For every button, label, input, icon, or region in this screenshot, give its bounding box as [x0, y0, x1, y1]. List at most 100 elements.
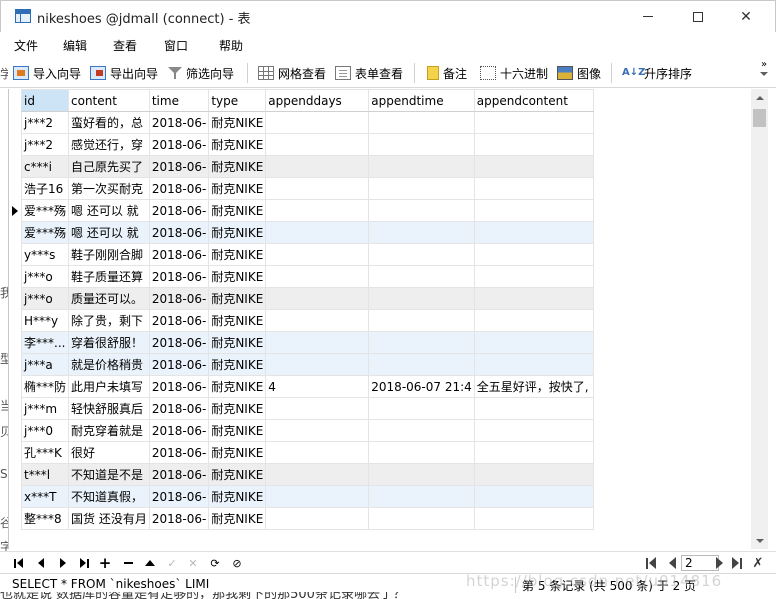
delete-record-button[interactable] [120, 555, 136, 571]
column-header-appenddays[interactable]: appenddays [265, 89, 370, 112]
menu-view[interactable]: 查看 [113, 37, 137, 54]
cell-type[interactable]: 耐克NIKE [208, 507, 267, 530]
cell-appenddays[interactable] [265, 507, 370, 530]
cell-time[interactable]: 2018-06- [148, 199, 210, 222]
cell-type[interactable]: 耐克NIKE [208, 111, 267, 134]
cell-appendtime[interactable] [368, 463, 475, 486]
cell-appendtime[interactable] [368, 331, 475, 354]
cell-appendcontent[interactable]: 全五星好评，按快了, [473, 375, 594, 398]
cell-type[interactable]: 耐克NIKE [208, 243, 267, 266]
cell-content[interactable]: 除了贵，剩下 [68, 309, 150, 332]
column-header-time[interactable]: time [148, 89, 210, 112]
last-record-button[interactable] [76, 555, 92, 571]
cell-type[interactable]: 耐克NIKE [208, 441, 267, 464]
cell-appenddays[interactable] [265, 441, 370, 464]
cell-id[interactable]: 李***... [20, 331, 70, 354]
cell-appenddays[interactable] [265, 133, 370, 156]
discard-changes-button[interactable]: ✕ [185, 555, 201, 571]
cell-time[interactable]: 2018-06- [148, 309, 210, 332]
cell-appenddays[interactable] [265, 265, 370, 288]
cell-appenddays[interactable] [265, 199, 370, 222]
cell-appendtime[interactable] [368, 287, 475, 310]
cell-content[interactable]: 很好 [68, 441, 150, 464]
cell-time[interactable]: 2018-06- [148, 177, 210, 200]
cell-time[interactable]: 2018-06- [148, 375, 210, 398]
toolbar-overflow-button[interactable]: » [760, 60, 768, 78]
scroll-down-button[interactable] [751, 532, 768, 549]
cell-time[interactable]: 2018-06- [148, 287, 210, 310]
cell-appenddays[interactable] [265, 485, 370, 508]
cell-appendcontent[interactable] [473, 397, 594, 420]
cell-content[interactable]: 蛮好看的，总 [68, 111, 150, 134]
first-record-button[interactable] [10, 555, 26, 571]
sort-ascending-button[interactable]: A↓Z 升序排序 [622, 64, 692, 82]
table-row[interactable]: 浩子16 第一次买耐克 2018-06- 耐克NIKE [20, 177, 594, 200]
table-row[interactable]: j***2 蛮好看的，总 2018-06- 耐克NIKE [20, 111, 594, 134]
refresh-button[interactable]: ⟳ [207, 555, 223, 571]
cell-id[interactable]: j***2 [20, 111, 70, 134]
table-row[interactable]: 李***... 穿着很舒服！ 2018-06- 耐克NIKE [20, 331, 594, 354]
cell-content[interactable]: 轻快舒服真后 [68, 397, 150, 420]
cell-appenddays[interactable] [265, 243, 370, 266]
cell-type[interactable]: 耐克NIKE [208, 353, 267, 376]
cell-appendcontent[interactable] [473, 309, 594, 332]
import-wizard-button[interactable]: 导入向导 [13, 64, 81, 82]
cell-time[interactable]: 2018-06- [148, 353, 210, 376]
cell-content[interactable]: 质量还可以。 [68, 287, 150, 310]
table-row[interactable]: x***T 不知道真假， 2018-06- 耐克NIKE [20, 485, 594, 508]
table-row[interactable]: 椭***防 此用户未填写 2018-06- 耐克NIKE 4 2018-06-07 21:… [20, 375, 594, 398]
first-page-button[interactable] [643, 555, 659, 571]
cell-id[interactable]: 孔***K [20, 441, 70, 464]
cell-appendtime[interactable]: 2018-06-07 21:4 [368, 375, 475, 398]
table-row[interactable]: t***l 不知道是不是 2018-06- 耐克NIKE [20, 463, 594, 486]
table-row[interactable]: 孔***K 很好 2018-06- 耐克NIKE [20, 441, 594, 464]
table-row[interactable]: y***s 鞋子刚刚合脚 2018-06- 耐克NIKE [20, 243, 594, 266]
cell-appenddays[interactable] [265, 353, 370, 376]
cell-id[interactable]: j***0 [20, 419, 70, 442]
stop-button[interactable]: ⊘ [229, 555, 245, 571]
cell-id[interactable]: H***y [20, 309, 70, 332]
cell-time[interactable]: 2018-06- [148, 221, 210, 244]
maximize-button[interactable] [675, 1, 721, 32]
cell-type[interactable]: 耐克NIKE [208, 485, 267, 508]
cell-time[interactable]: 2018-06- [148, 507, 210, 530]
cell-appenddays[interactable] [265, 111, 370, 134]
cell-type[interactable]: 耐克NIKE [208, 265, 267, 288]
page-settings-button[interactable]: ✗ [750, 555, 766, 571]
column-header-appendcontent[interactable]: appendcontent [473, 89, 594, 112]
cell-id[interactable]: x***T [20, 485, 70, 508]
grid-view-button[interactable]: 网格查看 [258, 64, 326, 82]
cell-time[interactable]: 2018-06- [148, 331, 210, 354]
cell-appendtime[interactable] [368, 221, 475, 244]
cell-id[interactable]: j***a [20, 353, 70, 376]
cell-appenddays[interactable] [265, 331, 370, 354]
cell-id[interactable]: c***i [20, 155, 70, 178]
cell-content[interactable]: 耐克穿着就是 [68, 419, 150, 442]
cell-appenddays[interactable] [265, 309, 370, 332]
cell-time[interactable]: 2018-06- [148, 397, 210, 420]
scroll-up-button[interactable] [751, 89, 768, 106]
scrollbar-thumb[interactable] [753, 109, 766, 127]
menu-help[interactable]: 帮助 [219, 37, 243, 54]
cell-appenddays[interactable]: 4 [265, 375, 370, 398]
cell-appendcontent[interactable] [473, 199, 594, 222]
cell-appendcontent[interactable] [473, 287, 594, 310]
cell-time[interactable]: 2018-06- [148, 133, 210, 156]
table-row[interactable]: 整***8 国货 还没有月 2018-06- 耐克NIKE [20, 507, 594, 530]
previous-page-button[interactable] [664, 555, 680, 571]
cell-id[interactable]: t***l [20, 463, 70, 486]
table-row[interactable]: j***0 耐克穿着就是 2018-06- 耐克NIKE [20, 419, 594, 442]
add-record-button[interactable]: + [97, 555, 113, 571]
cell-id[interactable]: 爱***殇 [20, 221, 70, 244]
cell-appenddays[interactable] [265, 397, 370, 420]
table-row[interactable]: j***o 鞋子质量还算 2018-06- 耐克NIKE [20, 265, 594, 288]
cell-time[interactable]: 2018-06- [148, 111, 210, 134]
move-up-button[interactable] [142, 555, 158, 571]
cell-time[interactable]: 2018-06- [148, 155, 210, 178]
cell-appenddays[interactable] [265, 463, 370, 486]
close-button[interactable]: ✕ [723, 1, 769, 32]
cell-content[interactable]: 鞋子刚刚合脚 [68, 243, 150, 266]
cell-appendcontent[interactable] [473, 133, 594, 156]
cell-appendcontent[interactable] [473, 353, 594, 376]
cell-type[interactable]: 耐克NIKE [208, 155, 267, 178]
